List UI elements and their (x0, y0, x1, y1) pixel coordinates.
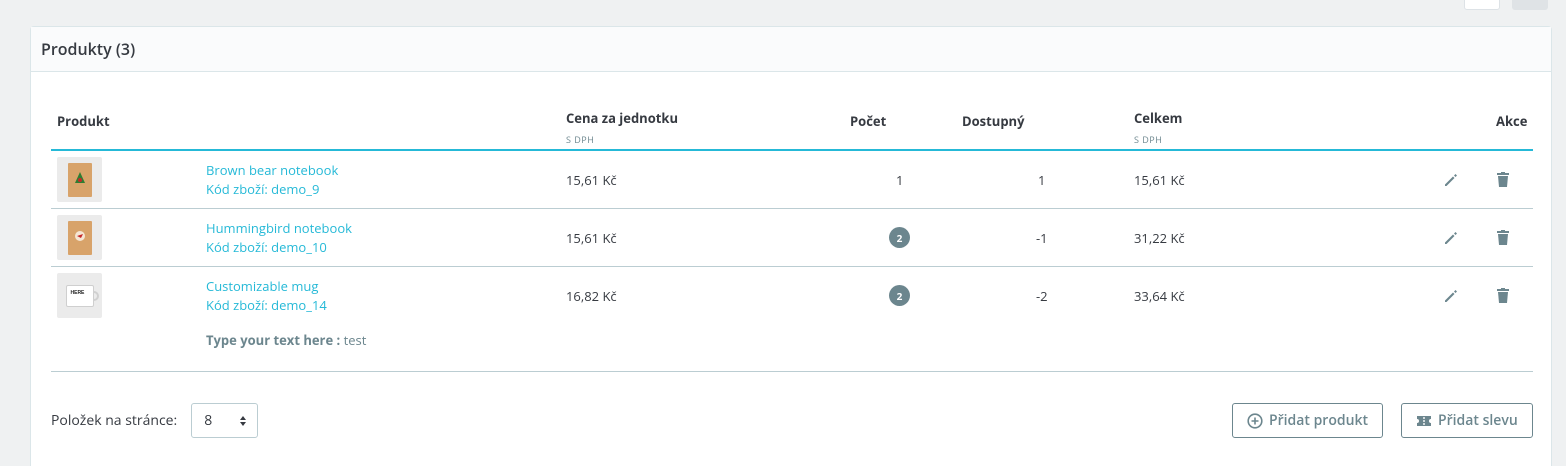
products-table: Produkt Cena za jednotku S DPH Počet Dos… (51, 97, 1533, 372)
product-image[interactable] (57, 215, 102, 260)
per-page-value: 8 (204, 411, 213, 430)
total-price: 33,64 Kč (1134, 287, 1185, 305)
header-total: Celkem S DPH (1134, 109, 1182, 146)
header-quantity: Počet (850, 112, 887, 130)
table-row: HERE Customizable mug Kód zboží: demo_14… (51, 267, 1533, 372)
add-product-button[interactable]: Přidat produkt (1232, 403, 1384, 438)
table-row: Hummingbird notebook Kód zboží: demo_10 … (51, 209, 1533, 267)
quantity-badge: 2 (889, 285, 910, 306)
top-button-1[interactable] (1464, 0, 1500, 10)
sort-arrows-icon (240, 415, 247, 426)
pagination-per-page: Položek na stránce: 8 (51, 403, 259, 438)
customization: Type your text here : test (206, 331, 366, 349)
total-price: 15,61 Kč (1134, 171, 1185, 189)
product-ref[interactable]: Kód zboží: demo_14 (206, 296, 327, 315)
available: -1 (1036, 229, 1048, 247)
unit-price: 16,82 Kč (566, 287, 617, 305)
per-page-label: Položek na stránce: (51, 411, 178, 430)
product-name-cell: Brown bear notebook Kód zboží: demo_9 (206, 161, 338, 199)
top-button-2[interactable] (1512, 0, 1548, 10)
plus-circle-icon (1247, 412, 1263, 429)
table-bottom-divider (51, 371, 1533, 372)
delete-icon[interactable] (1493, 228, 1513, 248)
product-ref[interactable]: Kód zboží: demo_10 (206, 238, 352, 257)
table-row: Brown bear notebook Kód zboží: demo_9 15… (51, 151, 1533, 209)
product-name-link[interactable]: Customizable mug (206, 277, 327, 296)
header-total-label: Celkem (1134, 109, 1183, 127)
header-unit-price-label: Cena za jednotku (566, 109, 679, 127)
ticket-icon (1417, 415, 1431, 426)
customization-label: Type your text here : (206, 331, 341, 349)
total-price: 31,22 Kč (1134, 229, 1185, 247)
delete-icon[interactable] (1493, 286, 1513, 306)
header-available: Dostupný (962, 112, 1025, 130)
header-total-sub: S DPH (1134, 133, 1163, 146)
edit-icon[interactable] (1441, 228, 1461, 248)
product-name-cell: Hummingbird notebook Kód zboží: demo_10 (206, 219, 352, 257)
unit-price: 15,61 Kč (566, 229, 617, 247)
add-discount-button[interactable]: Přidat slevu (1401, 403, 1533, 438)
customization-value: test (340, 331, 367, 349)
product-ref[interactable]: Kód zboží: demo_9 (206, 180, 338, 199)
product-name-link[interactable]: Hummingbird notebook (206, 219, 352, 238)
edit-icon[interactable] (1441, 170, 1461, 190)
available: -2 (1036, 287, 1048, 305)
product-name-cell: Customizable mug Kód zboží: demo_14 (206, 277, 327, 315)
mug-print: HERE (70, 289, 85, 296)
quantity: 1 (896, 171, 904, 189)
products-panel: Produkty (3) Produkt Cena za jednotku S … (30, 26, 1552, 466)
product-name-link[interactable]: Brown bear notebook (206, 161, 338, 180)
header-unit-price-sub: S DPH (566, 133, 595, 146)
top-toolbar (1464, 0, 1548, 10)
quantity-badge-wrap: 2 (889, 227, 910, 248)
available: 1 (1038, 171, 1046, 189)
table-header: Produkt Cena za jednotku S DPH Počet Dos… (51, 97, 1533, 151)
add-product-label: Přidat produkt (1269, 411, 1369, 430)
unit-price: 15,61 Kč (566, 171, 617, 189)
edit-icon[interactable] (1441, 286, 1461, 306)
quantity-badge: 2 (889, 227, 910, 248)
product-image[interactable] (57, 157, 102, 202)
per-page-select[interactable]: 8 (191, 403, 259, 438)
add-discount-label: Přidat slevu (1438, 411, 1518, 430)
panel-title: Produkty (3) (31, 27, 1551, 72)
header-product: Produkt (57, 112, 110, 130)
delete-icon[interactable] (1493, 170, 1513, 190)
quantity-badge-wrap: 2 (889, 285, 910, 306)
header-unit-price: Cena za jednotku S DPH (566, 109, 678, 146)
header-actions: Akce (1496, 112, 1528, 130)
product-image[interactable]: HERE (57, 273, 102, 318)
